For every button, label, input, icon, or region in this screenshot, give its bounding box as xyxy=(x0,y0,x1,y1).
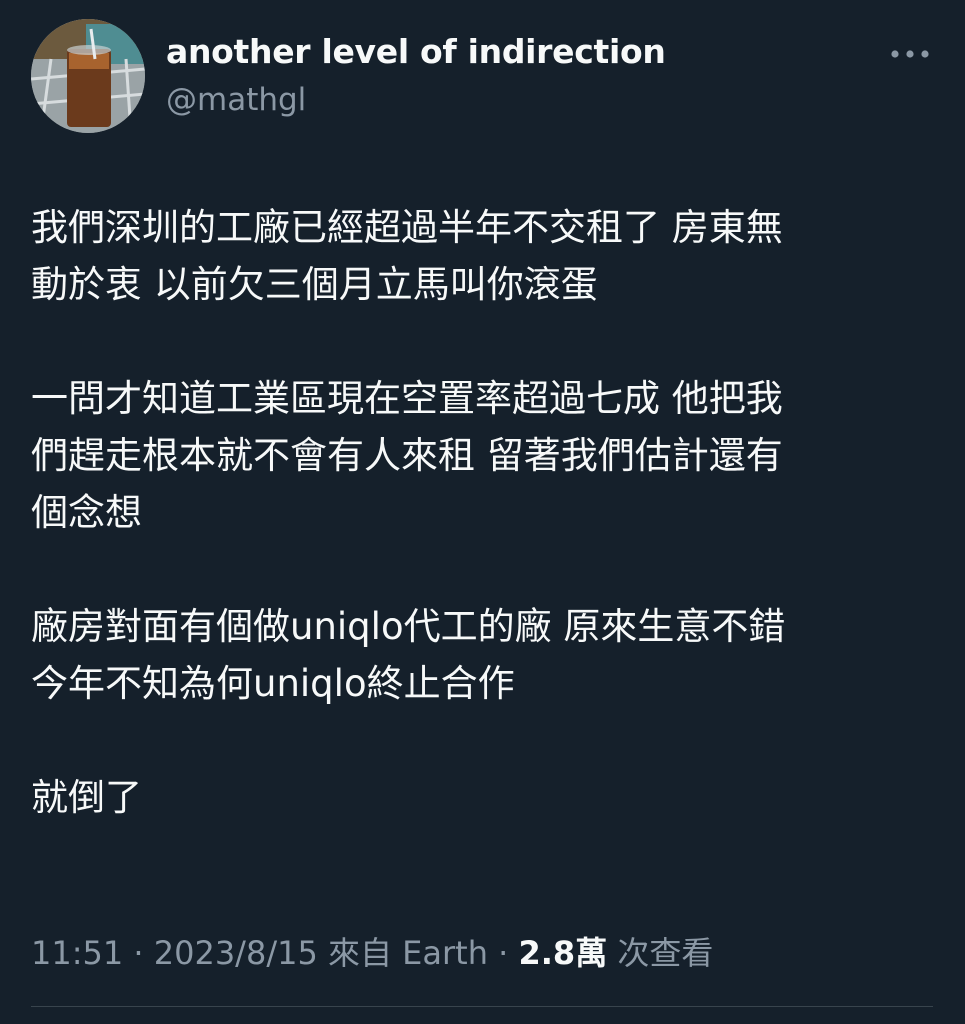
tweet-paragraph: 廠房對面有個做uniqlo代工的廠 原來生意不錯 今年不知為何uniqlo終止合… xyxy=(31,598,931,712)
tweet-line: 動於衷 以前欠三個月立馬叫你滾蛋 xyxy=(31,263,598,306)
meta-separator: · xyxy=(487,934,519,972)
tweet-time[interactable]: 11:51 xyxy=(31,934,123,972)
tweet-line: 個念想 xyxy=(31,491,142,534)
view-count: 2.8萬 xyxy=(518,934,608,972)
tweet-line: 們趕走根本就不會有人來租 留著我們估計還有 xyxy=(31,434,783,477)
tweet-line: 今年不知為何uniqlo終止合作 xyxy=(31,662,515,705)
tweet-line: 一問才知道工業區現在空置率超過七成 他把我 xyxy=(31,377,783,420)
tweet-date[interactable]: 2023/8/15 xyxy=(154,934,318,972)
author-display-name[interactable]: another level of indirection xyxy=(166,32,666,71)
meta-separator: · xyxy=(123,934,154,972)
view-label: 次查看 xyxy=(607,934,714,972)
tweet-line: 我們深圳的工廠已經超過半年不交租了 房東無 xyxy=(31,206,783,249)
ellipsis-horizontal-icon xyxy=(891,50,929,58)
tweet-line: 廠房對面有個做uniqlo代工的廠 原來生意不錯 xyxy=(31,605,786,648)
tweet-paragraph: 一問才知道工業區現在空置率超過七成 他把我 們趕走根本就不會有人來租 留著我們估… xyxy=(31,370,931,541)
more-options-button[interactable] xyxy=(886,36,936,72)
tweet-text: 我們深圳的工廠已經超過半年不交租了 房東無 動於衷 以前欠三個月立馬叫你滾蛋 一… xyxy=(31,199,931,883)
tweet-source: 來自 Earth xyxy=(317,934,488,972)
tweet-meta: 11:51 · 2023/8/15 來自 Earth · 2.8萬 次查看 xyxy=(31,928,713,974)
avatar-image xyxy=(31,19,145,133)
tweet-paragraph: 就倒了 xyxy=(31,769,931,826)
tweet-line: 就倒了 xyxy=(31,776,142,819)
divider xyxy=(31,1006,933,1007)
tweet-paragraph: 我們深圳的工廠已經超過半年不交租了 房東無 動於衷 以前欠三個月立馬叫你滾蛋 xyxy=(31,199,931,313)
avatar[interactable] xyxy=(31,19,145,133)
author-handle[interactable]: @mathgl xyxy=(166,82,306,118)
